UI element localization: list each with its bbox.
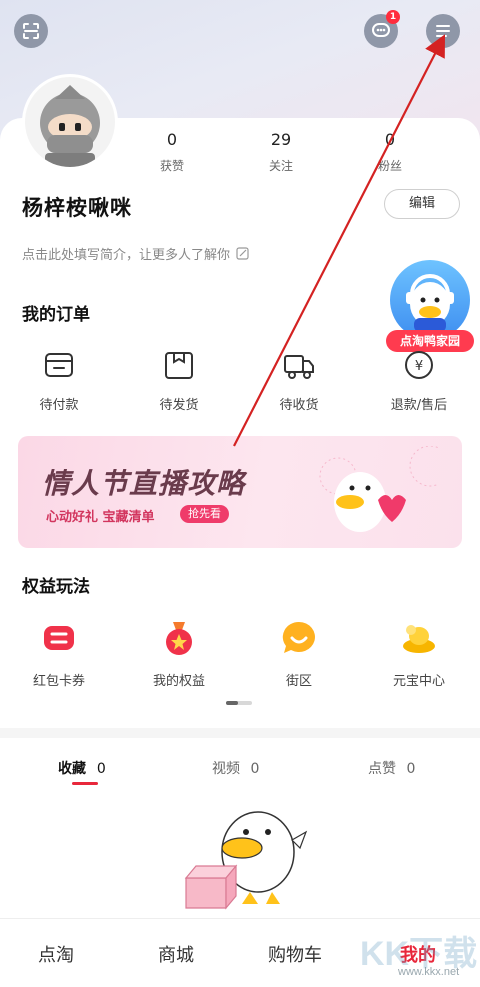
tab-videos[interactable]: 视频 0 — [212, 758, 259, 778]
tab-label: 点赞 — [368, 761, 396, 777]
orders-title: 我的订单 — [22, 305, 90, 325]
nav-cart[interactable]: 购物车 — [268, 941, 322, 967]
username: 杨梓桉啾咪 — [22, 196, 132, 220]
avatar[interactable] — [22, 74, 118, 170]
order-label: 待收货 — [279, 398, 319, 413]
benefits-title: 权益玩法 — [22, 577, 90, 597]
banner-title: 情人节直播攻略 — [42, 467, 246, 500]
order-pending-receipt[interactable]: 待收货 — [254, 348, 344, 413]
bio-field[interactable]: 点击此处填写简介，让更多人了解你 — [22, 244, 249, 263]
messages-button[interactable]: 1 — [364, 10, 400, 48]
duck-home-circle — [390, 260, 470, 340]
stat-following[interactable]: 29 关注 — [251, 130, 311, 174]
page-indicator-active — [226, 701, 238, 705]
stat-value: 0 — [166, 130, 178, 149]
order-label: 待付款 — [39, 398, 79, 413]
chat-icon — [372, 23, 390, 37]
notification-badge: 1 — [386, 10, 400, 24]
benefit-label: 我的权益 — [152, 674, 205, 689]
stat-likes[interactable]: 0 获赞 — [142, 130, 202, 174]
tab-active-underline — [72, 782, 98, 785]
section-divider — [0, 728, 480, 738]
refund-icon: ¥ — [405, 351, 433, 379]
nav-mall[interactable]: 商城 — [158, 941, 194, 967]
tab-count: 0 — [96, 761, 106, 777]
page-indicator — [226, 701, 252, 705]
menu-button[interactable] — [426, 14, 460, 48]
chat-bubble-icon — [282, 621, 315, 653]
stat-label: 关注 — [268, 159, 293, 173]
benefit-label: 红包卡券 — [32, 674, 85, 689]
scan-icon — [23, 23, 39, 39]
box-icon — [165, 352, 193, 379]
duck-heart-icon — [319, 446, 438, 532]
bio-placeholder: 点击此处填写简介，让更多人了解你 — [22, 248, 231, 263]
tab-likes[interactable]: 点赞 0 — [368, 758, 415, 778]
promo-banner[interactable]: 情人节直播攻略 心动好礼 宝藏清单 抢先看 — [18, 436, 462, 548]
benefit-ingot-center[interactable]: 元宝中心 — [374, 618, 464, 689]
stat-label: 粉丝 — [377, 159, 402, 173]
stat-value: 0 — [384, 130, 396, 149]
order-label: 待发货 — [159, 398, 199, 413]
gold-ingot-icon — [403, 625, 435, 653]
duck-home-entry[interactable]: 点淘鸭家园 — [386, 260, 476, 358]
menu-icon — [436, 25, 450, 37]
scan-button[interactable] — [14, 14, 48, 48]
order-refund[interactable]: ¥ 退款/售后 — [374, 348, 464, 413]
duck-mascot-icon — [406, 274, 454, 332]
banner-cta-button[interactable]: 抢先看 — [180, 505, 229, 523]
watermark-url: www.kkx.net — [398, 966, 460, 978]
benefit-label: 街区 — [285, 674, 312, 689]
nav-diantao[interactable]: 点淘 — [38, 941, 74, 967]
order-pending-shipment[interactable]: 待发货 — [134, 348, 224, 413]
watermark: KK下载 www.kkx.net — [360, 924, 480, 984]
stat-label: 获赞 — [159, 159, 184, 173]
ninja-avatar-icon — [40, 85, 100, 167]
wallet-icon — [45, 353, 73, 377]
banner-subtitle: 心动好礼 宝藏清单 — [46, 510, 155, 525]
edit-profile-button[interactable]: 编辑 — [384, 189, 460, 219]
stat-followers[interactable]: 0 粉丝 — [360, 130, 420, 174]
benefit-label: 元宝中心 — [392, 674, 445, 689]
truck-icon — [284, 355, 314, 379]
tab-favorites[interactable]: 收藏 0 — [58, 758, 106, 778]
order-pending-payment[interactable]: 待付款 — [14, 348, 104, 413]
stat-value: 29 — [270, 130, 292, 149]
coupon-icon — [44, 626, 74, 650]
tab-label: 收藏 — [58, 761, 86, 777]
benefit-street[interactable]: 街区 — [254, 618, 344, 689]
edit-pencil-icon — [236, 247, 249, 260]
svg-text:¥: ¥ — [415, 359, 423, 374]
tab-count: 0 — [250, 761, 260, 777]
tab-count: 0 — [406, 761, 416, 777]
empty-state-duck-icon — [184, 811, 308, 910]
medal-icon — [166, 622, 192, 655]
order-label: 退款/售后 — [390, 398, 448, 413]
tab-label: 视频 — [212, 761, 240, 777]
benefit-coupons[interactable]: 红包卡券 — [14, 618, 104, 689]
benefit-my-rights[interactable]: 我的权益 — [134, 618, 224, 689]
